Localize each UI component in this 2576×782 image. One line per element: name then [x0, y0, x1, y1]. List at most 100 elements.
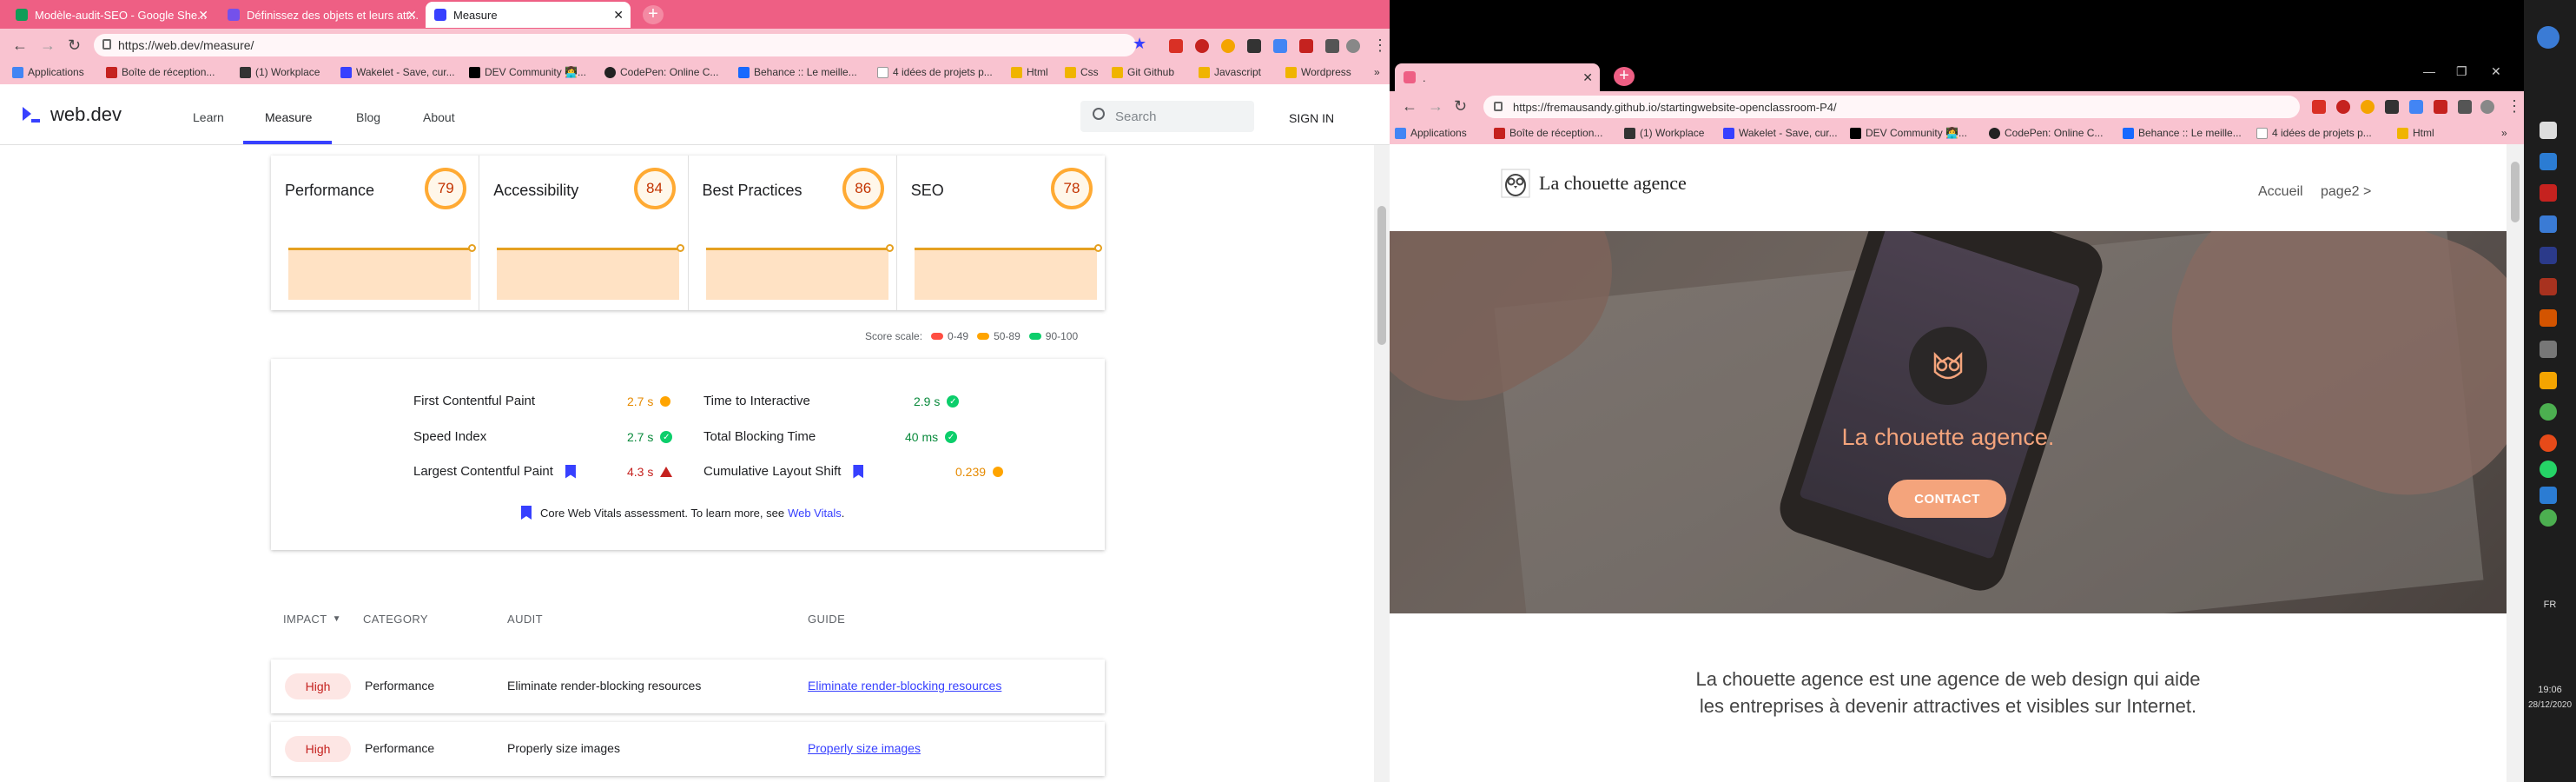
score-card-performance[interactable]: Performance 79 [271, 156, 480, 310]
app-icon[interactable] [2540, 403, 2557, 421]
tab-site[interactable]: . ✕ [1395, 63, 1600, 91]
bookmark-item[interactable]: DEV Community 👩‍💻... [469, 66, 586, 78]
bookmark-item[interactable]: (1) Workplace [1624, 127, 1704, 139]
forward-icon[interactable]: → [40, 36, 56, 55]
tab-openclassrooms[interactable]: Définissez des objets et leurs att... ✕ [219, 2, 424, 28]
extension-icon[interactable] [1299, 39, 1313, 53]
new-tab-button[interactable]: + [1614, 67, 1635, 86]
chrome-icon[interactable] [2540, 509, 2557, 527]
bookmark-item[interactable]: Behance :: Le meille... [738, 66, 857, 78]
app-icon[interactable] [2540, 487, 2557, 504]
extension-icon[interactable] [2385, 100, 2399, 114]
language-indicator[interactable]: FR [2524, 600, 2576, 610]
contact-button[interactable]: CONTACT [1888, 480, 2006, 518]
bookmarks-overflow[interactable]: » [2501, 127, 2507, 139]
reload-icon[interactable]: ↻ [68, 36, 81, 55]
score-card-best-practices[interactable]: Best Practices 86 [689, 156, 897, 310]
puzzle-icon[interactable] [1325, 39, 1339, 53]
extension-icon[interactable] [2409, 100, 2423, 114]
close-icon[interactable]: ✕ [406, 8, 417, 23]
reload-icon[interactable]: ↻ [1454, 97, 1467, 116]
scrollbar-thumb[interactable] [2511, 162, 2520, 222]
acrobat-icon[interactable] [1169, 39, 1183, 53]
site-scrollbar[interactable] [2507, 144, 2524, 782]
bookmark-folder[interactable]: Javascript [1199, 66, 1261, 78]
adblock-icon[interactable] [2336, 100, 2350, 114]
whatsapp-icon[interactable] [2540, 461, 2557, 478]
app-icon[interactable] [2540, 309, 2557, 327]
close-window-icon[interactable]: ✕ [2491, 64, 2501, 79]
bookmark-item[interactable]: CodePen: Online C... [604, 66, 718, 78]
web-vitals-link[interactable]: Web Vitals [788, 507, 842, 520]
close-icon[interactable]: ✕ [1582, 70, 1593, 85]
app-icon[interactable] [2540, 215, 2557, 233]
nav-blog[interactable]: Blog [356, 110, 380, 124]
score-card-accessibility[interactable]: Accessibility 84 [479, 156, 689, 310]
bookmark-item[interactable]: Wakelet - Save, cur... [1723, 127, 1838, 139]
start-icon[interactable] [2537, 26, 2559, 49]
address-bar[interactable]: https://fremausandy.github.io/startingwe… [1483, 96, 2300, 118]
webdev-logo[interactable]: web.dev [21, 103, 122, 126]
score-card-seo[interactable]: SEO 78 [897, 156, 1105, 310]
guide-link[interactable]: Eliminate render-blocking resources [808, 679, 1001, 693]
search-input[interactable]: Search [1080, 101, 1254, 132]
bookmark-item[interactable]: CodePen: Online C... [1989, 127, 2103, 139]
bookmark-item[interactable]: Applications [1395, 127, 1467, 139]
back-icon[interactable]: ← [1402, 97, 1417, 116]
star-icon[interactable]: ★ [1133, 35, 1146, 53]
bookmark-item[interactable]: 4 idées de projets p... [2256, 127, 2372, 139]
table-row[interactable]: High Performance Properly size images Pr… [271, 722, 1105, 776]
nav-learn[interactable]: Learn [193, 110, 224, 124]
guide-link[interactable]: Properly size images [808, 741, 921, 755]
table-row[interactable]: High Performance Eliminate render-blocki… [271, 659, 1105, 713]
bookmark-folder[interactable]: Git Github [1112, 66, 1174, 78]
back-icon[interactable]: ← [12, 36, 28, 55]
menu-icon[interactable]: ⋮ [2507, 97, 2522, 116]
close-icon[interactable]: ✕ [613, 8, 624, 23]
bookmark-folder[interactable]: Html [2397, 127, 2434, 139]
nav-page2[interactable]: page2 > [2321, 184, 2371, 200]
app-icon[interactable] [2540, 184, 2557, 202]
bookmark-item[interactable]: Wakelet - Save, cur... [340, 66, 455, 78]
bookmark-folder[interactable]: Wordpress [1285, 66, 1351, 78]
app-icon[interactable] [2540, 247, 2557, 264]
bookmark-item[interactable]: DEV Community 👩‍💻... [1850, 127, 1967, 139]
app-icon[interactable] [2540, 278, 2557, 295]
tab-sheets[interactable]: Modèle-audit-SEO - Google She... ✕ [7, 2, 215, 28]
acrobat-icon[interactable] [2312, 100, 2326, 114]
profile-icon[interactable] [2480, 100, 2494, 114]
minimize-icon[interactable]: — [2423, 64, 2435, 78]
app-icon[interactable] [2540, 122, 2557, 139]
honey-icon[interactable] [2361, 100, 2375, 114]
bookmarks-overflow[interactable]: » [1374, 66, 1380, 78]
new-tab-button[interactable]: + [643, 5, 664, 24]
bookmark-item[interactable]: Boîte de réception... [1494, 127, 1602, 139]
maximize-icon[interactable]: ❐ [2456, 64, 2467, 79]
bookmark-item[interactable]: 4 idées de projets p... [877, 66, 993, 78]
honey-icon[interactable] [1221, 39, 1235, 53]
extension-icon[interactable] [1247, 39, 1261, 53]
app-icon[interactable] [2540, 434, 2557, 452]
page-scrollbar[interactable] [1374, 145, 1390, 782]
forward-icon[interactable]: → [1428, 97, 1443, 116]
impact-sort-header[interactable]: IMPACT ▼ [283, 613, 341, 626]
clock-date[interactable]: 28/12/2020 [2524, 700, 2576, 710]
nav-measure[interactable]: Measure [265, 110, 312, 124]
site-logo[interactable]: La chouette agence [1501, 169, 1687, 198]
app-icon[interactable] [2540, 341, 2557, 358]
extension-icon[interactable] [2434, 100, 2447, 114]
nav-accueil[interactable]: Accueil [2258, 184, 2303, 200]
signin-button[interactable]: SIGN IN [1289, 111, 1334, 125]
bookmark-item[interactable]: (1) Workplace [240, 66, 320, 78]
menu-icon[interactable]: ⋮ [1372, 36, 1388, 55]
bookmark-item[interactable]: Boîte de réception... [106, 66, 215, 78]
scrollbar-thumb[interactable] [1377, 206, 1386, 345]
adblock-icon[interactable] [1195, 39, 1209, 53]
address-bar[interactable]: https://web.dev/measure/ [94, 34, 1136, 56]
bookmark-folder[interactable]: Css [1065, 66, 1099, 78]
tab-measure[interactable]: Measure ✕ [426, 2, 631, 28]
profile-icon[interactable] [1346, 39, 1360, 53]
close-icon[interactable]: ✕ [198, 8, 208, 23]
bookmark-item[interactable]: Applications [12, 66, 84, 78]
app-icon[interactable] [2540, 153, 2557, 170]
